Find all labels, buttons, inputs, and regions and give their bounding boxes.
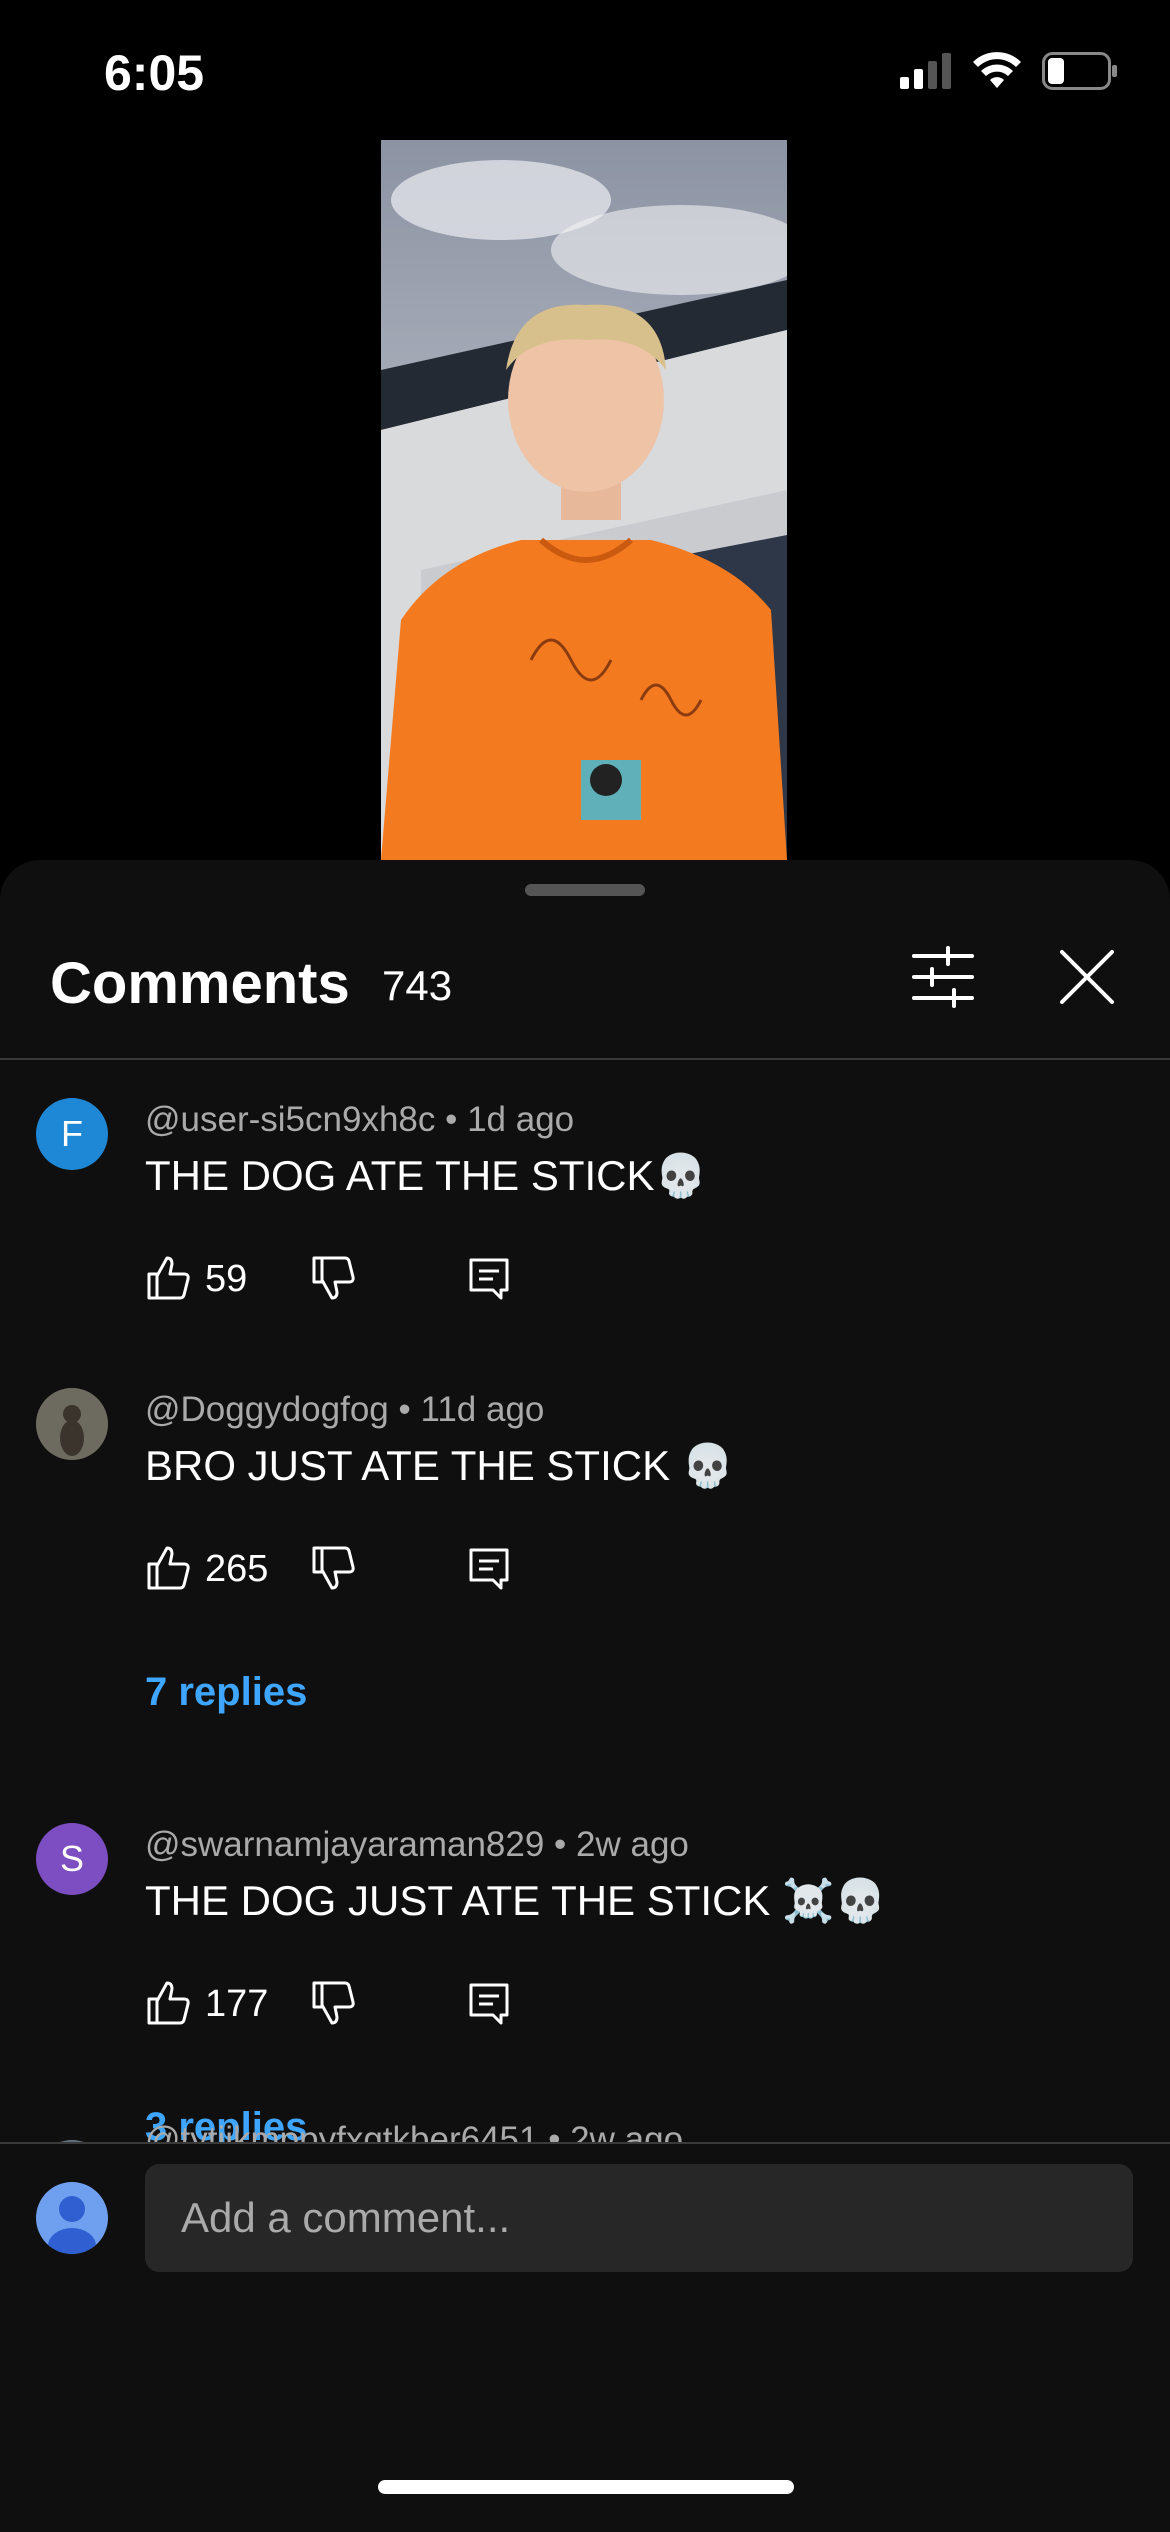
video-thumbnail (381, 140, 787, 860)
sliders-icon[interactable] (908, 942, 978, 1012)
avatar[interactable]: S (36, 1823, 108, 1895)
user-avatar (36, 2182, 108, 2254)
avatar-letter: F (61, 1113, 83, 1154)
status-time: 6:05 (104, 45, 205, 101)
status-icons (900, 52, 1118, 90)
comment-actions: 59 (145, 1248, 745, 1308)
avatar[interactable] (36, 1388, 108, 1460)
comments-sheet: Comments 743 F @user-si5cn9xh8c • 1d ago… (0, 860, 1170, 2532)
comment-count: 743 (382, 962, 453, 1009)
comment-meta[interactable]: @tytjjkmppyfxgtkber6451 • 2w ago (145, 2120, 683, 2142)
thumbs-up-icon[interactable] (145, 1979, 193, 2027)
thumbs-down-icon[interactable] (310, 1979, 358, 2027)
thumbs-up-icon[interactable] (145, 1544, 193, 1592)
sheet-title: Comments (50, 951, 350, 1016)
home-indicator[interactable] (378, 2480, 794, 2494)
comment-composer: Add a comment... (0, 2144, 1170, 2532)
dog-avatar-icon (36, 1388, 108, 1460)
thumbs-up-icon[interactable] (145, 1254, 193, 1302)
thumbs-down-icon[interactable] (310, 1254, 358, 1302)
like-count: 265 (205, 1548, 269, 1590)
comment-meta[interactable]: @Doggydogfog • 11d ago (145, 1390, 544, 1430)
sheet-header: Comments 743 (0, 920, 1170, 1018)
like-count: 59 (205, 1258, 248, 1300)
video-player[interactable] (381, 140, 787, 860)
person-icon (48, 2196, 96, 2254)
comment-actions: 177 (145, 1973, 745, 2033)
comments-list[interactable]: F @user-si5cn9xh8c • 1d ago THE DOG ATE … (0, 1060, 1170, 2142)
thumbs-down-icon[interactable] (310, 1544, 358, 1592)
like-count: 177 (205, 1983, 269, 2025)
comment-meta[interactable]: @user-si5cn9xh8c • 1d ago (145, 1100, 574, 1140)
reply-icon[interactable] (465, 1544, 513, 1592)
sheet-grabber[interactable] (525, 884, 645, 896)
reply-icon[interactable] (465, 1254, 513, 1302)
wifi-icon (973, 52, 1021, 88)
close-icon[interactable] (1052, 942, 1122, 1012)
comment-actions: 265 (145, 1538, 745, 1598)
avatar[interactable]: F (36, 1098, 108, 1170)
status-bar: 6:05 (0, 0, 1170, 140)
comment-text: THE DOG JUST ATE THE STICK ☠️💀 (145, 1877, 887, 1924)
avatar-letter: S (59, 1838, 84, 1879)
comment-text: BRO JUST ATE THE STICK 💀 (145, 1442, 735, 1489)
battery-icon (1042, 52, 1117, 90)
reply-icon[interactable] (465, 1979, 513, 2027)
cellular-signal-icon (900, 53, 951, 89)
add-comment-input[interactable]: Add a comment... (145, 2164, 1133, 2272)
comment-meta[interactable]: @swarnamjayaraman829 • 2w ago (145, 1825, 689, 1865)
replies-link[interactable]: 7 replies (145, 1670, 307, 1715)
comment-text: THE DOG ATE THE STICK💀 (145, 1152, 707, 1199)
